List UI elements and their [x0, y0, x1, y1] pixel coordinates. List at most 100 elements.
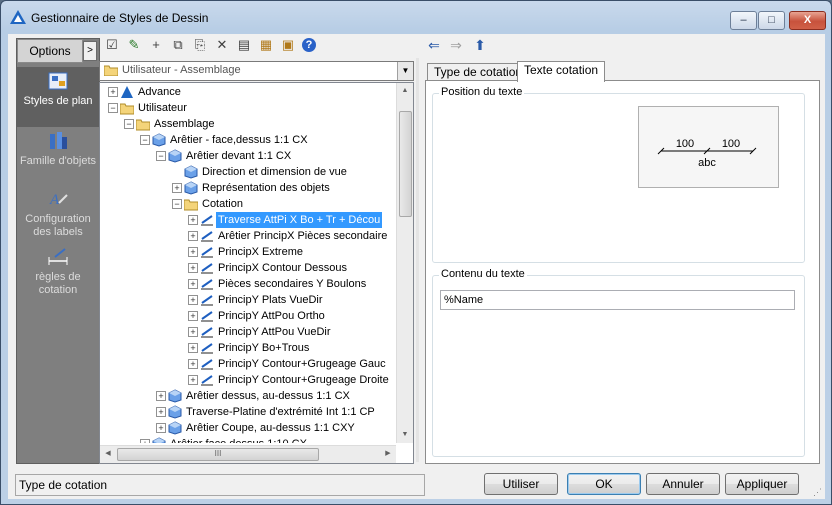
tree-row[interactable]: + Traverse AttPi X Bo + Tr + Décou [100, 212, 396, 228]
sidebar-item-object-family[interactable]: Famille d'objets [17, 131, 99, 181]
tree-vertical-scrollbar[interactable]: ▲ ▼ [396, 83, 413, 443]
category-sidebar: Options > Styles de plan Famille d'objet… [16, 38, 100, 464]
pane-splitter[interactable] [416, 58, 419, 462]
expand-icon[interactable]: + [108, 87, 118, 97]
tree-row[interactable]: + PrincipY Contour+Grugeage Gauc [100, 356, 396, 372]
export-icon[interactable]: ▦ [258, 37, 274, 53]
expand-icon[interactable]: + [156, 391, 166, 401]
options-tab[interactable]: Options [17, 39, 83, 63]
tree-row[interactable]: + Traverse-Platine d'extrémité Int 1:1 CP [100, 404, 396, 420]
scroll-thumb[interactable]: III [117, 448, 319, 461]
copy-icon[interactable]: ⧉ [170, 37, 186, 53]
scroll-down-icon[interactable]: ▼ [397, 427, 413, 443]
tree-row[interactable]: + PrincipY AttPou VueDir [100, 324, 396, 340]
paste-icon[interactable]: ⎘ [192, 37, 208, 53]
collapse-icon[interactable]: − [156, 151, 166, 161]
delete-icon[interactable]: ✕ [214, 37, 230, 53]
expand-icon[interactable]: + [188, 375, 198, 385]
import-icon[interactable]: ▤ [236, 37, 252, 53]
edit-icon[interactable]: ✎ [126, 37, 142, 53]
collapse-icon[interactable]: − [140, 135, 150, 145]
dimension-style-icon [201, 327, 213, 338]
tree-row[interactable]: + PrincipY AttPou Ortho [100, 308, 396, 324]
sidebar-item-plan-styles[interactable]: Styles de plan [17, 67, 99, 127]
expand-icon[interactable]: + [188, 311, 198, 321]
expand-icon[interactable]: + [188, 247, 198, 257]
tree-row[interactable]: − Cotation [100, 196, 396, 212]
title-bar[interactable]: Gestionnaire de Styles de Dessin – □ X [1, 1, 831, 35]
close-button[interactable]: X [789, 11, 826, 30]
scroll-left-icon[interactable]: ◀ [100, 446, 116, 462]
tree-row[interactable]: + Arêtier PrincipX Pièces secondaire [100, 228, 396, 244]
tree-row[interactable]: − Arêtier devant 1:1 CX [100, 148, 396, 164]
checkin-icon[interactable]: ☑ [104, 37, 120, 53]
tree-row[interactable]: + PrincipY Bo+Trous [100, 340, 396, 356]
tree-row[interactable]: + Représentation des objets [100, 180, 396, 196]
tree-row[interactable]: − Utilisateur [100, 100, 396, 116]
tree-row-label: PrincipX Contour Dessous [218, 262, 348, 274]
style-icon [152, 133, 166, 147]
tab-texte-cotation[interactable]: Texte cotation [517, 61, 606, 82]
tree-row[interactable]: + Advance [100, 84, 396, 100]
collapse-icon[interactable]: − [108, 103, 118, 113]
expand-icon[interactable]: + [156, 407, 166, 417]
help-icon[interactable]: ? [302, 38, 316, 52]
tree-row[interactable]: − Assemblage [100, 116, 396, 132]
tree-row[interactable]: + Pièces secondaires Y Boulons [100, 276, 396, 292]
cancel-button[interactable]: Annuler [646, 473, 720, 495]
forward-arrow-icon[interactable]: ⇒ [448, 37, 464, 53]
up-arrow-icon[interactable]: ⬆ [472, 37, 488, 53]
maximize-button[interactable]: □ [758, 11, 785, 30]
position-group: Position du texte 100 100 abc [432, 86, 805, 263]
apply-button[interactable]: Appliquer [725, 473, 799, 495]
options-expand-button[interactable]: > [83, 41, 97, 61]
scroll-up-icon[interactable]: ▲ [397, 83, 413, 99]
style-path-select[interactable]: Utilisateur - Assemblage ▼ [99, 61, 414, 81]
tree-row[interactable]: + PrincipX Contour Dessous [100, 260, 396, 276]
scroll-right-icon[interactable]: ▶ [380, 446, 396, 462]
tree-row[interactable]: Direction et dimension de vue [100, 164, 396, 180]
dimension-preview-graphic: 100 100 abc [657, 138, 757, 169]
dim-right-value: 100 [722, 138, 740, 150]
scroll-thumb[interactable] [399, 111, 412, 217]
expand-icon[interactable]: + [156, 423, 166, 433]
expand-icon[interactable]: + [188, 215, 198, 225]
new-icon[interactable]: + [148, 37, 164, 53]
expand-icon[interactable]: + [172, 183, 182, 193]
resize-grip-icon[interactable]: ⋰ [813, 487, 823, 497]
tree-row[interactable]: + PrincipY Plats VueDir [100, 292, 396, 308]
expand-icon[interactable]: + [188, 327, 198, 337]
expand-icon[interactable]: + [188, 343, 198, 353]
tree-row[interactable]: + Arêtier Coupe, au-dessus 1:1 CXY [100, 420, 396, 436]
text-position-preview[interactable]: 100 100 abc [638, 106, 779, 188]
sidebar-item-dimension-rules[interactable]: règles de cotation [17, 247, 99, 299]
expand-icon[interactable]: + [188, 295, 198, 305]
tree-row[interactable]: − Arêtier - face,dessus 1:1 CX [100, 132, 396, 148]
tree-row[interactable]: + PrincipX Extreme [100, 244, 396, 260]
tree-row-label: PrincipY Plats VueDir [218, 294, 323, 306]
chevron-down-icon[interactable]: ▼ [397, 62, 413, 80]
tree-row[interactable]: + Arêtier dessus, au-dessus 1:1 CX [100, 388, 396, 404]
collapse-icon[interactable]: − [172, 199, 182, 209]
tree-row[interactable]: + Arêtier face,dessus 1:10 CX [100, 436, 396, 443]
expand-icon[interactable]: + [140, 439, 150, 443]
tab-type-de-cotation[interactable]: Type de cotation [427, 63, 530, 81]
properties-icon[interactable]: ▣ [280, 37, 296, 53]
sidebar-item-label-config[interactable]: A Configuration des labels [17, 189, 99, 239]
label-config-icon: A [49, 192, 68, 208]
text-content-field[interactable]: %Name [440, 290, 795, 310]
tree-horizontal-scrollbar[interactable]: ◀ III ▶ [100, 445, 396, 463]
use-button[interactable]: Utiliser [484, 473, 558, 495]
minimize-button[interactable]: – [730, 11, 757, 30]
expand-icon[interactable]: + [188, 263, 198, 273]
expand-icon[interactable]: + [188, 279, 198, 289]
expand-icon[interactable]: + [188, 231, 198, 241]
ok-button[interactable]: OK [567, 473, 641, 495]
expand-icon[interactable]: + [188, 359, 198, 369]
style-icon [168, 405, 182, 419]
dim-text-value: abc [698, 157, 716, 169]
tree-row[interactable]: + PrincipY Contour+Grugeage Droite [100, 372, 396, 388]
collapse-icon[interactable]: − [124, 119, 134, 129]
back-arrow-icon[interactable]: ⇐ [426, 37, 442, 53]
dialog-window: Gestionnaire de Styles de Dessin – □ X O… [0, 0, 832, 505]
